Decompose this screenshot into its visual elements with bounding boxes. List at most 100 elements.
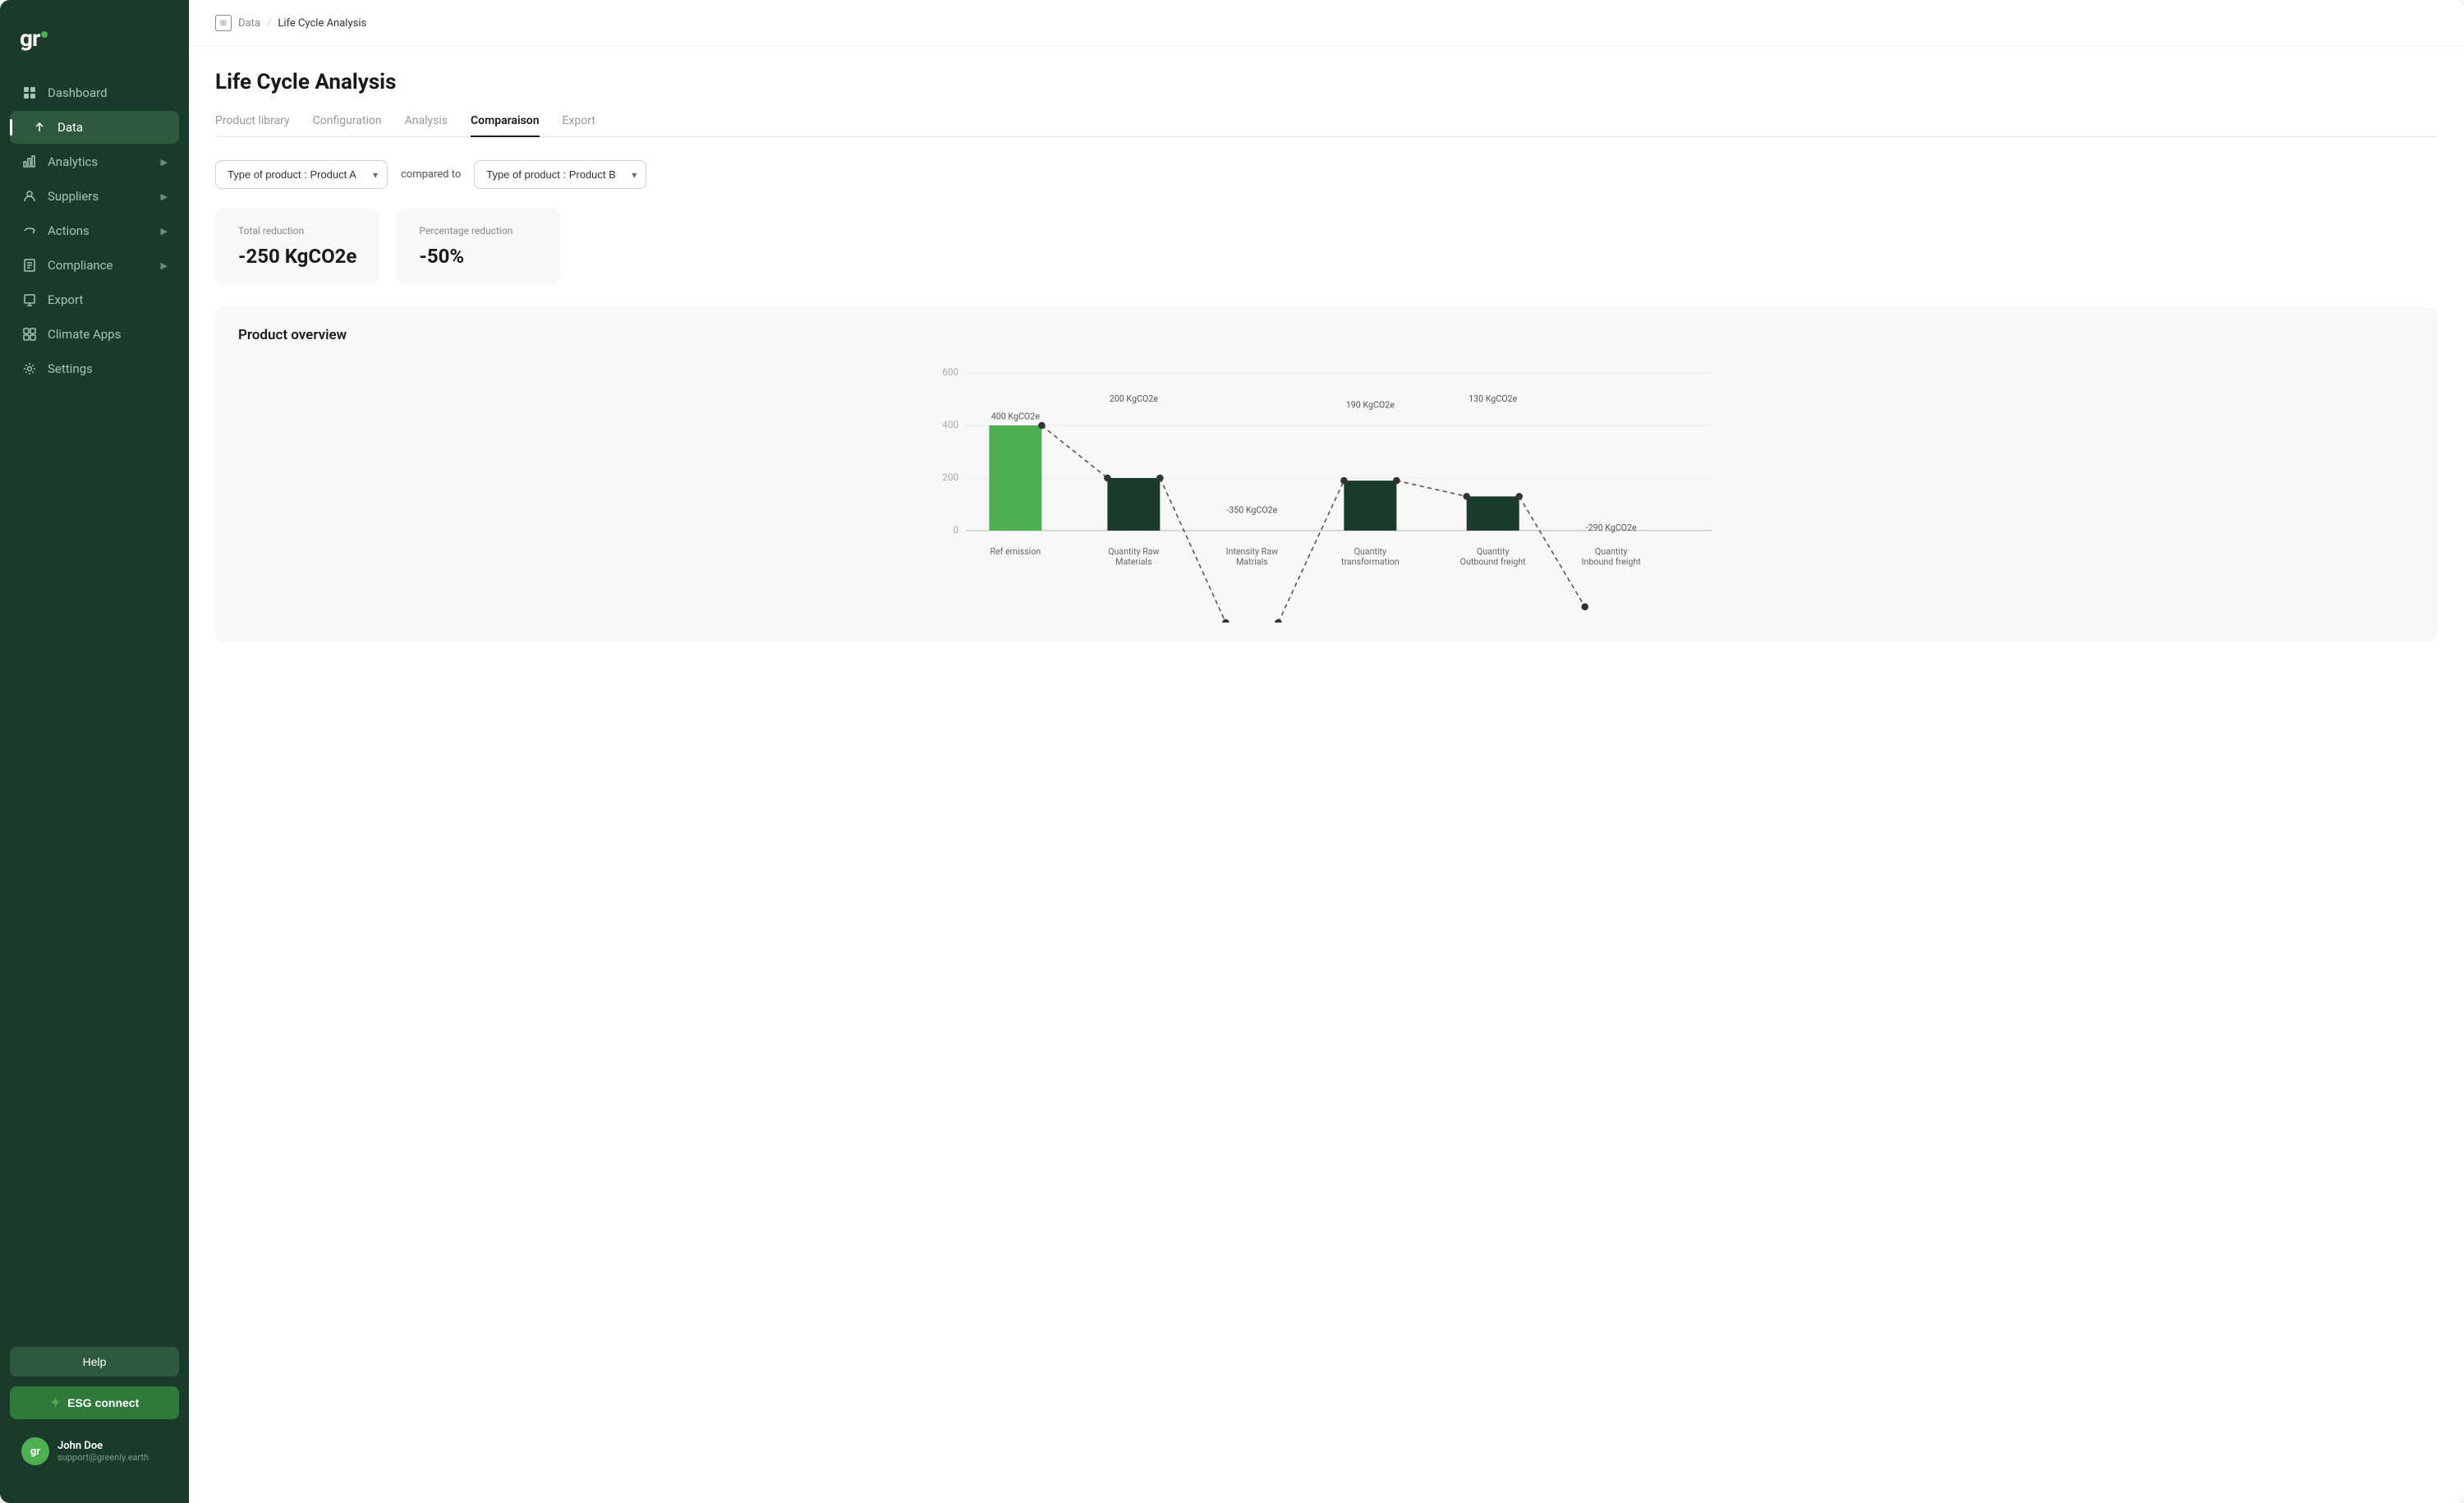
nav-label-analytics: Analytics [48, 154, 98, 169]
sidebar: gr DashboardDataAnalytics▶Suppliers▶Acti… [0, 0, 189, 1503]
tab-product-library[interactable]: Product library [215, 114, 290, 137]
tab-export[interactable]: Export [563, 114, 595, 137]
svg-text:Matrials: Matrials [1236, 557, 1268, 568]
sidebar-item-compliance[interactable]: Compliance ▶ [10, 249, 179, 282]
nav-label-settings: Settings [48, 361, 93, 376]
sidebar-nav: DashboardDataAnalytics▶Suppliers▶Actions… [0, 76, 189, 1334]
analytics-icon [21, 154, 38, 170]
sidebar-item-climate-apps[interactable]: Climate Apps [10, 318, 179, 351]
tab-configuration[interactable]: Configuration [313, 114, 382, 137]
svg-text:600: 600 [942, 366, 958, 378]
sidebar-item-settings[interactable]: Settings [10, 352, 179, 385]
kpi-value-total-reduction: -250 KgCO2e [238, 245, 356, 268]
sidebar-item-actions[interactable]: Actions ▶ [10, 214, 179, 247]
bar-ref-emission [989, 425, 1041, 531]
svg-text:Quantity Raw: Quantity Raw [1108, 546, 1160, 557]
breadcrumb: ⊞ Data / Life Cycle Analysis [189, 0, 2464, 47]
user-name: John Doe [57, 1440, 149, 1452]
svg-text:200 KgCO2e: 200 KgCO2e [1110, 393, 1158, 404]
chart-svg: 600 400 200 0 400 KgCO2e Ref emission [238, 360, 2415, 623]
active-indicator [10, 119, 12, 136]
kpi-row: Total reduction -250 KgCO2e Percentage r… [215, 209, 2438, 284]
kpi-label-percentage-reduction: Percentage reduction [419, 225, 537, 237]
svg-text:Outbound freight: Outbound freight [1460, 557, 1526, 568]
svg-text:-290 KgCO2e: -290 KgCO2e [1586, 522, 1637, 533]
svg-text:0: 0 [953, 524, 958, 535]
bar-quantity-raw [1107, 478, 1160, 531]
sidebar-bottom: Help ✦ ESG connect gr John Doe support@g… [0, 1334, 189, 1487]
esg-icon: ✦ [50, 1395, 61, 1411]
export-icon [21, 292, 38, 308]
svg-text:190 KgCO2e: 190 KgCO2e [1346, 400, 1395, 411]
chart-card: Product overview 600 400 200 0 [215, 307, 2438, 642]
actions-icon [21, 223, 38, 239]
compliance-icon [21, 257, 38, 273]
chart-area: 600 400 200 0 400 KgCO2e Ref emission [238, 360, 2415, 623]
breadcrumb-parent: Data [238, 17, 260, 30]
kpi-card-total-reduction: Total reduction -250 KgCO2e [215, 209, 379, 284]
chart-title: Product overview [238, 327, 2415, 343]
user-profile: gr John Doe support@greenly.earth [10, 1429, 179, 1473]
svg-text:Quantity: Quantity [1354, 546, 1387, 557]
svg-text:400: 400 [942, 419, 958, 430]
svg-text:Inbound freight: Inbound freight [1582, 557, 1642, 568]
bar-quantity-transform [1344, 480, 1396, 531]
svg-text:Ref emission: Ref emission [990, 546, 1041, 557]
kpi-card-percentage-reduction: Percentage reduction -50% [396, 209, 560, 284]
chevron-icon-suppliers: ▶ [161, 191, 168, 202]
sidebar-item-suppliers[interactable]: Suppliers▶ [10, 180, 179, 213]
svg-text:400 KgCO2e: 400 KgCO2e [991, 411, 1040, 422]
svg-text:Materials: Materials [1115, 557, 1152, 568]
nav-label-climate-apps: Climate Apps [48, 327, 121, 342]
product-b-select[interactable]: Type of product : Product B [474, 160, 646, 189]
logo-dot [41, 31, 48, 38]
nav-label-data: Data [57, 120, 83, 135]
svg-text:Quantity: Quantity [1595, 546, 1628, 557]
settings-icon [21, 361, 38, 377]
svg-text:Quantity: Quantity [1477, 546, 1510, 557]
compared-to-label: compared to [401, 168, 461, 181]
sidebar-item-dashboard[interactable]: Dashboard [10, 76, 179, 109]
nav-label-export: Export [48, 292, 83, 307]
chevron-icon-analytics: ▶ [161, 157, 168, 168]
user-email: support@greenly.earth [57, 1452, 149, 1463]
sidebar-item-analytics[interactable]: Analytics ▶ [10, 145, 179, 178]
climate-apps-icon [21, 326, 38, 342]
help-button[interactable]: Help [10, 1347, 179, 1377]
nav-label-compliance: Compliance [48, 258, 113, 273]
svg-text:130 KgCO2e: 130 KgCO2e [1469, 393, 1517, 404]
svg-text:Intensity Raw: Intensity Raw [1226, 546, 1278, 557]
tab-analysis[interactable]: Analysis [405, 114, 448, 137]
kpi-label-total-reduction: Total reduction [238, 225, 356, 237]
suppliers-icon [21, 188, 38, 205]
svg-text:200: 200 [942, 471, 958, 483]
nav-label-actions: Actions [48, 223, 90, 238]
logo-text: gr [20, 25, 39, 52]
esg-connect-button[interactable]: ✦ ESG connect [10, 1386, 179, 1419]
bar-outbound-freight [1467, 496, 1519, 531]
page-body: Life Cycle Analysis Product library Confi… [189, 47, 2464, 1503]
sidebar-item-data[interactable]: Data [10, 111, 179, 144]
main-content: ⊞ Data / Life Cycle Analysis Life Cycle … [189, 0, 2464, 1503]
kpi-value-percentage-reduction: -50% [419, 245, 537, 268]
breadcrumb-icon: ⊞ [215, 15, 232, 31]
product-b-select-wrap: Type of product : Product B [474, 160, 646, 189]
breadcrumb-current: Life Cycle Analysis [278, 17, 366, 30]
chevron-icon-compliance: ▶ [161, 260, 168, 271]
filter-row: Type of product : Product A compared to … [215, 160, 2438, 189]
svg-text:transformation: transformation [1341, 557, 1400, 568]
tab-comparaison[interactable]: Comparaison [471, 114, 540, 137]
avatar: gr [21, 1437, 49, 1465]
product-a-select-wrap: Type of product : Product A [215, 160, 388, 189]
breadcrumb-separator: / [267, 17, 271, 30]
data-icon [31, 119, 48, 136]
sidebar-item-export[interactable]: Export [10, 283, 179, 316]
product-a-select[interactable]: Type of product : Product A [215, 160, 388, 189]
page-title: Life Cycle Analysis [215, 70, 2438, 94]
nav-label-dashboard: Dashboard [48, 85, 108, 100]
chevron-icon-actions: ▶ [161, 226, 168, 237]
svg-text:-350 KgCO2e: -350 KgCO2e [1226, 505, 1277, 516]
tabs-container: Product library Configuration Analysis Comp… [215, 114, 2438, 137]
logo: gr [0, 16, 189, 76]
dashboard-icon [21, 85, 38, 101]
